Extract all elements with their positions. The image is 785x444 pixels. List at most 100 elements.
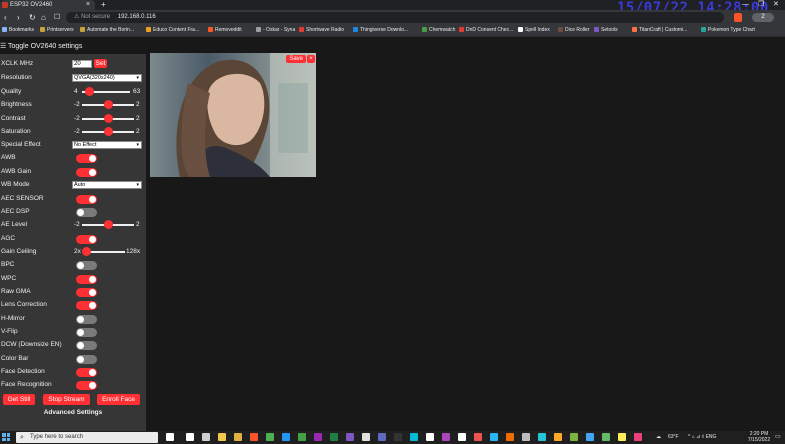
aec-sensor-toggle[interactable]: [76, 195, 97, 204]
bookmark-item[interactable]: Pokemon Type Chart: [701, 25, 755, 36]
bookmark-item[interactable]: - Oskar - Syna: [256, 25, 295, 36]
bookmark-item[interactable]: Removeddit: [208, 25, 242, 36]
reload-icon[interactable]: ↻: [29, 12, 36, 23]
weather-icon[interactable]: ☁: [656, 431, 661, 444]
close-stream-button[interactable]: ×: [307, 55, 315, 63]
bookmark-item[interactable]: Printservers: [40, 25, 74, 36]
bookmark-item[interactable]: Educo Content Fra...: [146, 25, 199, 36]
minimize-button[interactable]: —: [742, 0, 749, 9]
app-icon[interactable]: [458, 433, 466, 441]
system-tray[interactable]: ^ ⌂ ⊿ ◊ ENG: [688, 431, 716, 444]
bookmark-item[interactable]: Spell Index: [518, 25, 550, 36]
bookmark-item[interactable]: TitanCraft | Customi...: [632, 25, 687, 36]
h-mirror-toggle[interactable]: [76, 315, 97, 324]
maximize-button[interactable]: ❐: [758, 0, 764, 9]
xclk-set-button[interactable]: Set: [94, 59, 107, 68]
app-icon[interactable]: [522, 433, 530, 441]
url-field[interactable]: ⚠ Not secure 192.168.0.116: [66, 12, 724, 23]
app-icon[interactable]: [618, 433, 626, 441]
settings-icon[interactable]: [202, 433, 210, 441]
app-icon[interactable]: [378, 433, 386, 441]
app-icon[interactable]: [410, 433, 418, 441]
task-view-icon[interactable]: [186, 433, 194, 441]
gain-ceiling-handle[interactable]: [82, 247, 91, 256]
color-bar-toggle[interactable]: [76, 355, 97, 364]
bookmark-item[interactable]: Thingiverse Downlo...: [353, 25, 408, 36]
stop-stream-button[interactable]: Stop Stream: [43, 394, 90, 405]
tab-close-icon[interactable]: ×: [86, 0, 90, 10]
app-icon[interactable]: [282, 433, 290, 441]
lens-correction-toggle[interactable]: [76, 301, 97, 310]
back-icon[interactable]: ‹: [4, 12, 7, 23]
awb-label: AWB: [1, 154, 16, 161]
toggle-knob: [77, 356, 84, 363]
app-icon[interactable]: [362, 433, 370, 441]
bookmark-item[interactable]: Shortwave Radio: [299, 25, 344, 36]
notifications-icon[interactable]: ▭: [775, 431, 781, 444]
app-icon[interactable]: [442, 433, 450, 441]
resolution-select[interactable]: QVGA(320x240) ▾: [72, 74, 142, 82]
bookmark-item[interactable]: Bookmarks: [2, 25, 34, 36]
awb-toggle[interactable]: [76, 154, 97, 163]
excel-icon[interactable]: [330, 433, 338, 441]
home-icon[interactable]: ⌂: [41, 12, 46, 23]
app-icon[interactable]: [426, 433, 434, 441]
v-flip-toggle[interactable]: [76, 328, 97, 337]
bookmark-item[interactable]: Setools: [594, 25, 618, 36]
special-effect-select[interactable]: No Effect ▾: [72, 141, 142, 149]
quality-handle[interactable]: [84, 87, 94, 96]
bookmark-item[interactable]: Dice Roller: [558, 25, 589, 36]
bookmark-item[interactable]: Automate the Borin...: [80, 25, 134, 36]
aec-dsp-toggle[interactable]: [76, 208, 97, 217]
wpc-toggle[interactable]: [76, 275, 97, 284]
ae-level-handle[interactable]: [103, 220, 113, 229]
app-icon[interactable]: [314, 433, 322, 441]
bookmark-icon[interactable]: ☐: [54, 12, 60, 23]
app-icon[interactable]: [634, 433, 642, 441]
xclk-input[interactable]: 20: [72, 60, 92, 68]
app-icon[interactable]: [602, 433, 610, 441]
agc-toggle[interactable]: [76, 235, 97, 244]
face-detection-toggle[interactable]: [76, 368, 97, 377]
taskbar-search-input[interactable]: ⌕ Type here to search: [16, 432, 158, 443]
awb-gain-toggle[interactable]: [76, 168, 97, 177]
enroll-face-button[interactable]: Enroll Face: [97, 394, 140, 405]
extensions-badge[interactable]: 2: [752, 13, 774, 22]
app-icon[interactable]: [570, 433, 578, 441]
bpc-toggle[interactable]: [76, 261, 97, 270]
dcw-downsize-en-toggle[interactable]: [76, 341, 97, 350]
app-icon[interactable]: [490, 433, 498, 441]
chrome-icon[interactable]: [266, 433, 274, 441]
bookmark-item[interactable]: Chemwatch: [422, 25, 455, 36]
cortana-icon[interactable]: [166, 433, 174, 441]
brightness-handle[interactable]: [103, 100, 113, 109]
file-explorer-icon[interactable]: [218, 433, 226, 441]
raw-gma-toggle[interactable]: [76, 288, 97, 297]
windows-start-icon[interactable]: [2, 433, 10, 441]
app-icon[interactable]: [346, 433, 354, 441]
brave-icon[interactable]: [250, 433, 258, 441]
contrast-handle[interactable]: [103, 114, 113, 123]
wb-mode-select[interactable]: Auto ▾: [72, 181, 142, 189]
saturation-handle[interactable]: [103, 127, 113, 136]
shields-icon[interactable]: [734, 13, 742, 22]
app-icon[interactable]: [474, 433, 482, 441]
forward-icon[interactable]: ›: [17, 12, 20, 23]
browser-tab[interactable]: ESP32 OV2460 ×: [0, 0, 95, 10]
bookmark-item[interactable]: DnD Consent Chec...: [459, 25, 513, 36]
terminal-icon[interactable]: [394, 433, 402, 441]
advanced-settings-heading[interactable]: Advanced Settings: [0, 409, 146, 416]
app-icon[interactable]: [538, 433, 546, 441]
clock[interactable]: 2:20 PM 7/15/2022: [746, 431, 772, 443]
face-recognition-toggle[interactable]: [76, 381, 97, 390]
toggle-settings[interactable]: ☰ Toggle OV2640 settings: [0, 42, 82, 51]
app-icon[interactable]: [234, 433, 242, 441]
app-icon[interactable]: [586, 433, 594, 441]
app-icon[interactable]: [298, 433, 306, 441]
close-window-button[interactable]: ✕: [773, 0, 779, 9]
save-image-button[interactable]: Save: [286, 55, 306, 63]
get-still-button[interactable]: Get Still: [3, 394, 35, 405]
new-tab-button[interactable]: +: [101, 0, 106, 9]
app-icon[interactable]: [554, 433, 562, 441]
app-icon[interactable]: [506, 433, 514, 441]
